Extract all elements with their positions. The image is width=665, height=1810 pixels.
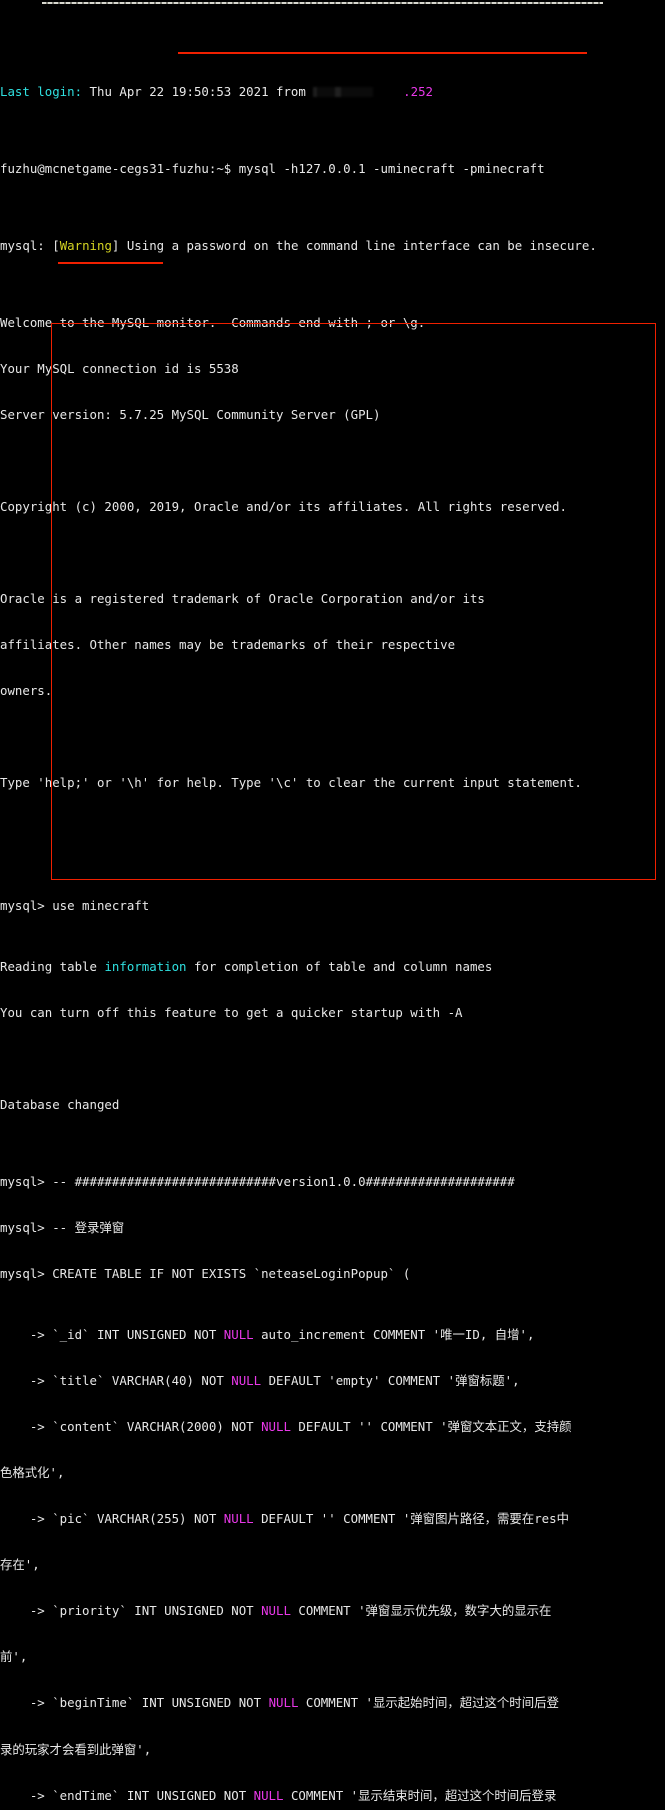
create-table-statement: CREATE TABLE IF NOT EXISTS `neteaseLogin… (52, 1265, 411, 1281)
banner-line: Server version: 5.7.25 MySQL Community S… (0, 406, 381, 422)
banner-line: owners. (0, 682, 53, 698)
null-keyword: NULL (253, 1787, 284, 1803)
null-keyword: NULL (223, 1327, 254, 1343)
sql-version-comment-line: mysql> -- ###########################ver… (0, 1173, 515, 1189)
sql-column-line: -> `endTime` INT UNSIGNED NOT NULL COMME… (0, 1787, 557, 1803)
banner-line: Oracle is a registered trademark of Orac… (0, 590, 485, 606)
database-changed-message: Database changed (0, 1097, 120, 1113)
information-highlight: information (104, 958, 187, 974)
banner-blank (0, 729, 665, 744)
section-comment: -- 登录弹窗 (52, 1219, 125, 1235)
mysql-connect-command: mysql -h127.0.0.1 -uminecraft -pminecraf… (238, 161, 545, 177)
mysql-prompt: mysql> (0, 897, 53, 913)
sql-section1-comment-line: mysql> -- 登录弹窗 (0, 1219, 125, 1235)
null-keyword: NULL (261, 1603, 291, 1619)
sql-wrapped-line: 录的玩家才会看到此弹窗', (0, 1741, 152, 1757)
last-login-rest: Thu Apr 22 19:50:53 2021 from (82, 84, 314, 100)
sql-column-line: -> `content` VARCHAR(2000) NOT NULL DEFA… (0, 1419, 572, 1435)
sql-column-line: -> `title` VARCHAR(40) NOT NULL DEFAULT … (0, 1373, 520, 1389)
null-keyword: NULL (261, 1419, 291, 1435)
use-database-line: mysql> use minecraft (0, 898, 665, 913)
window-top-edge-artifact (42, 2, 603, 4)
sql-column-line: -> `priority` INT UNSIGNED NOT NULL COMM… (0, 1603, 552, 1619)
password-warning-line: mysql: [Warning] Using a password on the… (0, 237, 597, 253)
sql-wrapped-line: 存在', (0, 1557, 40, 1573)
null-keyword: NULL (223, 1511, 254, 1527)
ip-suffix: .252 (403, 84, 434, 100)
completion-message-line: Reading table information for completion… (0, 958, 493, 974)
null-keyword: NULL (268, 1695, 299, 1711)
warning-keyword: Warning (59, 237, 112, 253)
completion-message-line: You can turn off this feature to get a q… (0, 1005, 463, 1020)
banner-line: Your MySQL connection id is 5538 (0, 360, 239, 376)
banner-blank (0, 453, 665, 468)
use-database-command: use minecraft (52, 897, 150, 913)
terminal-output: Last login: Thu Apr 22 19:50:53 2021 fro… (0, 23, 665, 1810)
banner-blank (0, 821, 665, 836)
sql-wrapped-line: 前', (0, 1649, 28, 1665)
terminal-window[interactable]: Last login: Thu Apr 22 19:50:53 2021 fro… (0, 0, 665, 1803)
last-login-line: Last login: Thu Apr 22 19:50:53 2021 fro… (0, 84, 665, 99)
sql-column-line: -> `beginTime` INT UNSIGNED NOT NULL COM… (0, 1695, 559, 1711)
version-comment: -- ###########################version1.0… (52, 1173, 515, 1189)
sql-wrapped-line: 色格式化', (0, 1465, 65, 1481)
sql-column-line: -> `_id` INT UNSIGNED NOT NULL auto_incr… (0, 1327, 535, 1343)
banner-line: affiliates. Other names may be trademark… (0, 636, 456, 652)
shell-prompt: fuzhu@mcnetgame-cegs31-fuzhu:~$ (0, 161, 239, 177)
banner-line: Copyright (c) 2000, 2019, Oracle and/or … (0, 498, 567, 514)
banner-blank (0, 545, 665, 560)
sql-column-line: -> `pic` VARCHAR(255) NOT NULL DEFAULT '… (0, 1511, 569, 1527)
redacted-ip-block (313, 87, 374, 98)
last-login-label: Last login: (0, 84, 83, 100)
sql-create-table-1-line: mysql> CREATE TABLE IF NOT EXISTS `netea… (0, 1265, 411, 1281)
null-keyword: NULL (231, 1373, 262, 1389)
banner-line: Type 'help;' or '\h' for help. Type '\c'… (0, 774, 582, 790)
banner-line: Welcome to the MySQL monitor. Commands e… (0, 314, 426, 330)
shell-prompt-line: fuzhu@mcnetgame-cegs31-fuzhu:~$ mysql -h… (0, 161, 665, 176)
